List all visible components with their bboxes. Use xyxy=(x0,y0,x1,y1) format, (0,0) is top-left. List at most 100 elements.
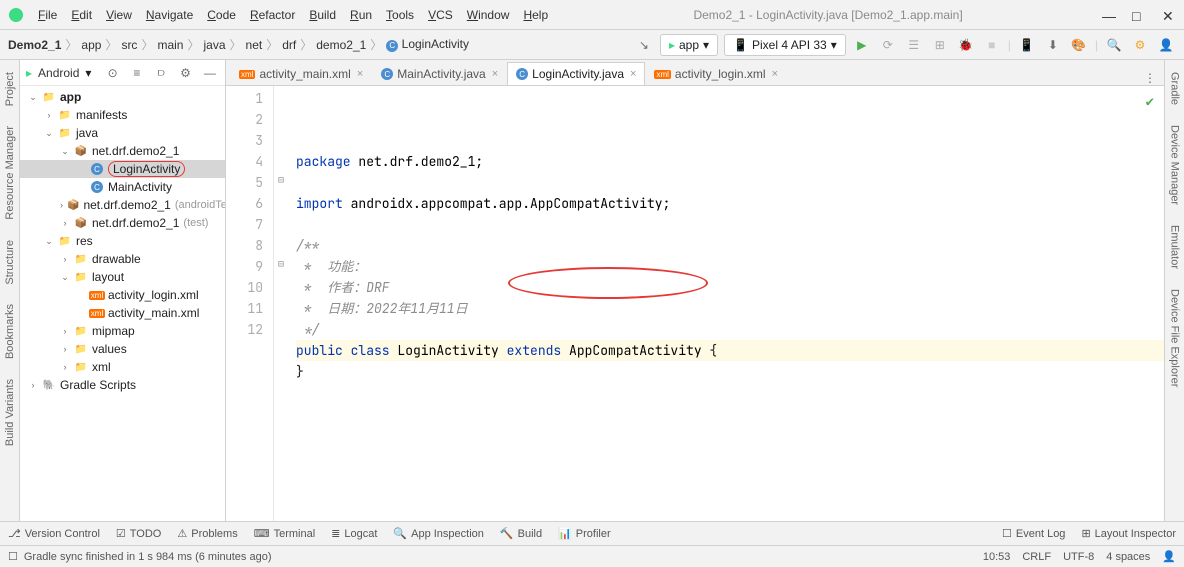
breadcrumb[interactable]: Demo2_1〉app〉src〉main〉java〉net〉drf〉demo2_… xyxy=(8,36,634,53)
tool-window-version-control[interactable]: ⎇Version Control xyxy=(8,527,100,540)
breadcrumb-item[interactable]: net xyxy=(246,38,263,52)
tool-window-layout-inspector[interactable]: ⊞Layout Inspector xyxy=(1081,527,1176,540)
tree-item[interactable]: ⌄📦net.drf.demo2_1 xyxy=(20,142,225,160)
tree-item[interactable]: ›🐘Gradle Scripts xyxy=(20,376,225,394)
tool-window-todo[interactable]: ☑TODO xyxy=(116,527,161,540)
tool-tab-structure[interactable]: Structure xyxy=(4,236,16,289)
file-encoding[interactable]: UTF-8 xyxy=(1063,551,1094,563)
tool-window-event-log[interactable]: ☐Event Log xyxy=(1002,527,1065,540)
coverage-button[interactable]: ☰ xyxy=(904,35,924,55)
menu-window[interactable]: Window xyxy=(461,6,516,24)
close-tab-icon[interactable]: × xyxy=(492,68,498,80)
tree-item[interactable]: ›📁values xyxy=(20,340,225,358)
tree-item[interactable]: ⌄📁res xyxy=(20,232,225,250)
tool-window-terminal[interactable]: ⌨Terminal xyxy=(254,527,315,540)
tool-window-profiler[interactable]: 📊Profiler xyxy=(558,527,611,540)
attach-debugger-icon[interactable]: 🐞 xyxy=(956,35,976,55)
tool-tab-emulator[interactable]: Emulator xyxy=(1169,221,1181,273)
tool-tab-device-manager[interactable]: Device Manager xyxy=(1169,121,1181,209)
inspection-indicator-icon[interactable]: 👤 xyxy=(1162,550,1176,563)
cursor-position[interactable]: 10:53 xyxy=(983,551,1011,563)
avatar-icon[interactable]: 👤 xyxy=(1156,35,1176,55)
menu-code[interactable]: Code xyxy=(201,6,242,24)
tool-tab-build-variants[interactable]: Build Variants xyxy=(4,375,16,450)
breadcrumb-item[interactable]: demo2_1 xyxy=(316,38,366,52)
tool-window-build[interactable]: 🔨Build xyxy=(500,527,542,540)
tree-item[interactable]: ⌄📁layout xyxy=(20,268,225,286)
search-icon[interactable]: 🔍 xyxy=(1104,35,1124,55)
close-tab-icon[interactable]: × xyxy=(630,68,636,80)
tree-item[interactable]: CLoginActivity xyxy=(20,160,225,178)
editor-tab[interactable]: xmlactivity_login.xml× xyxy=(645,62,787,85)
sidebar-view-selector[interactable]: Android xyxy=(38,66,79,80)
device-selector[interactable]: 📱Pixel 4 API 33▾ xyxy=(724,34,846,56)
debug-button[interactable]: ⟳ xyxy=(878,35,898,55)
minimize-button[interactable]: — xyxy=(1102,8,1116,22)
menu-view[interactable]: View xyxy=(100,6,138,24)
tool-tab-resource-manager[interactable]: Resource Manager xyxy=(4,122,16,224)
menu-tools[interactable]: Tools xyxy=(380,6,420,24)
project-tree[interactable]: ⌄📁app›📁manifests⌄📁java⌄📦net.drf.demo2_1C… xyxy=(20,86,225,521)
breadcrumb-item[interactable]: main xyxy=(157,38,183,52)
breadcrumb-item[interactable]: C LoginActivity xyxy=(386,37,469,52)
tree-item[interactable]: ⌄📁app xyxy=(20,88,225,106)
code-editor[interactable]: 123456789101112 ⊟⊟ ✔ package net.drf.dem… xyxy=(226,86,1164,521)
tool-tab-bookmarks[interactable]: Bookmarks xyxy=(4,300,16,363)
menu-vcs[interactable]: VCS xyxy=(422,6,459,24)
run-config-selector[interactable]: ▸app▾ xyxy=(660,34,718,56)
menu-edit[interactable]: Edit xyxy=(65,6,98,24)
menu-navigate[interactable]: Navigate xyxy=(140,6,199,24)
breadcrumb-item[interactable]: java xyxy=(203,38,225,52)
breadcrumb-item[interactable]: src xyxy=(121,38,137,52)
indent-setting[interactable]: 4 spaces xyxy=(1106,551,1150,563)
tabs-menu-icon[interactable]: ⋮ xyxy=(1136,71,1164,85)
project-sidebar: ▸ Android ▾ ⊙ ≡ ⫐ ⚙ — ⌄📁app›📁manifests⌄📁… xyxy=(20,60,226,521)
close-tab-icon[interactable]: × xyxy=(772,68,778,80)
tree-item[interactable]: xmlactivity_login.xml xyxy=(20,286,225,304)
tree-item[interactable]: ⌄📁java xyxy=(20,124,225,142)
close-tab-icon[interactable]: × xyxy=(357,68,363,80)
tree-item[interactable]: CMainActivity xyxy=(20,178,225,196)
tool-tab-project[interactable]: Project xyxy=(4,68,16,110)
maximize-button[interactable]: □ xyxy=(1132,8,1146,22)
hide-icon[interactable]: — xyxy=(201,63,219,83)
editor-tab[interactable]: CLoginActivity.java× xyxy=(507,62,645,85)
breadcrumb-item[interactable]: app xyxy=(81,38,101,52)
tool-window-problems[interactable]: ⚠Problems xyxy=(177,527,237,540)
run-button[interactable]: ▶ xyxy=(852,35,872,55)
menu-file[interactable]: File xyxy=(32,6,63,24)
breadcrumb-item[interactable]: Demo2_1 xyxy=(8,38,61,52)
profile-button[interactable]: ⊞ xyxy=(930,35,950,55)
menu-refactor[interactable]: Refactor xyxy=(244,6,301,24)
menu-help[interactable]: Help xyxy=(517,6,554,24)
breadcrumb-item[interactable]: drf xyxy=(282,38,296,52)
gear-icon[interactable]: ⚙ xyxy=(176,63,194,83)
sync-icon[interactable]: ↘ xyxy=(634,35,654,55)
select-opened-icon[interactable]: ⊙ xyxy=(103,63,121,83)
expand-all-icon[interactable]: ≡ xyxy=(128,63,146,83)
tool-tab-device-file-explorer[interactable]: Device File Explorer xyxy=(1169,285,1181,391)
avd-manager-icon[interactable]: 📱 xyxy=(1017,35,1037,55)
menu-run[interactable]: Run xyxy=(344,6,378,24)
tool-window-app-inspection[interactable]: 🔍App Inspection xyxy=(393,527,483,540)
tree-item[interactable]: ›📁xml xyxy=(20,358,225,376)
line-separator[interactable]: CRLF xyxy=(1022,551,1051,563)
settings-icon[interactable]: ⚙ xyxy=(1130,35,1150,55)
tree-item[interactable]: ›📦net.drf.demo2_1(test) xyxy=(20,214,225,232)
stop-button[interactable]: ■ xyxy=(982,35,1002,55)
tool-tab-gradle[interactable]: Gradle xyxy=(1169,68,1181,109)
inspection-status-icon[interactable]: ✔ xyxy=(1146,92,1154,113)
tree-item[interactable]: ›📦net.drf.demo2_1(androidTest) xyxy=(20,196,225,214)
collapse-all-icon[interactable]: ⫐ xyxy=(152,63,170,83)
tool-window-logcat[interactable]: ≣Logcat xyxy=(331,527,377,540)
resource-manager-icon[interactable]: 🎨 xyxy=(1069,35,1089,55)
tree-item[interactable]: xmlactivity_main.xml xyxy=(20,304,225,322)
sdk-manager-icon[interactable]: ⬇ xyxy=(1043,35,1063,55)
menu-build[interactable]: Build xyxy=(303,6,342,24)
tree-item[interactable]: ›📁manifests xyxy=(20,106,225,124)
tree-item[interactable]: ›📁mipmap xyxy=(20,322,225,340)
editor-tab[interactable]: xmlactivity_main.xml× xyxy=(230,62,372,85)
tree-item[interactable]: ›📁drawable xyxy=(20,250,225,268)
editor-tab[interactable]: CMainActivity.java× xyxy=(372,62,507,85)
close-button[interactable]: ✕ xyxy=(1162,8,1176,22)
